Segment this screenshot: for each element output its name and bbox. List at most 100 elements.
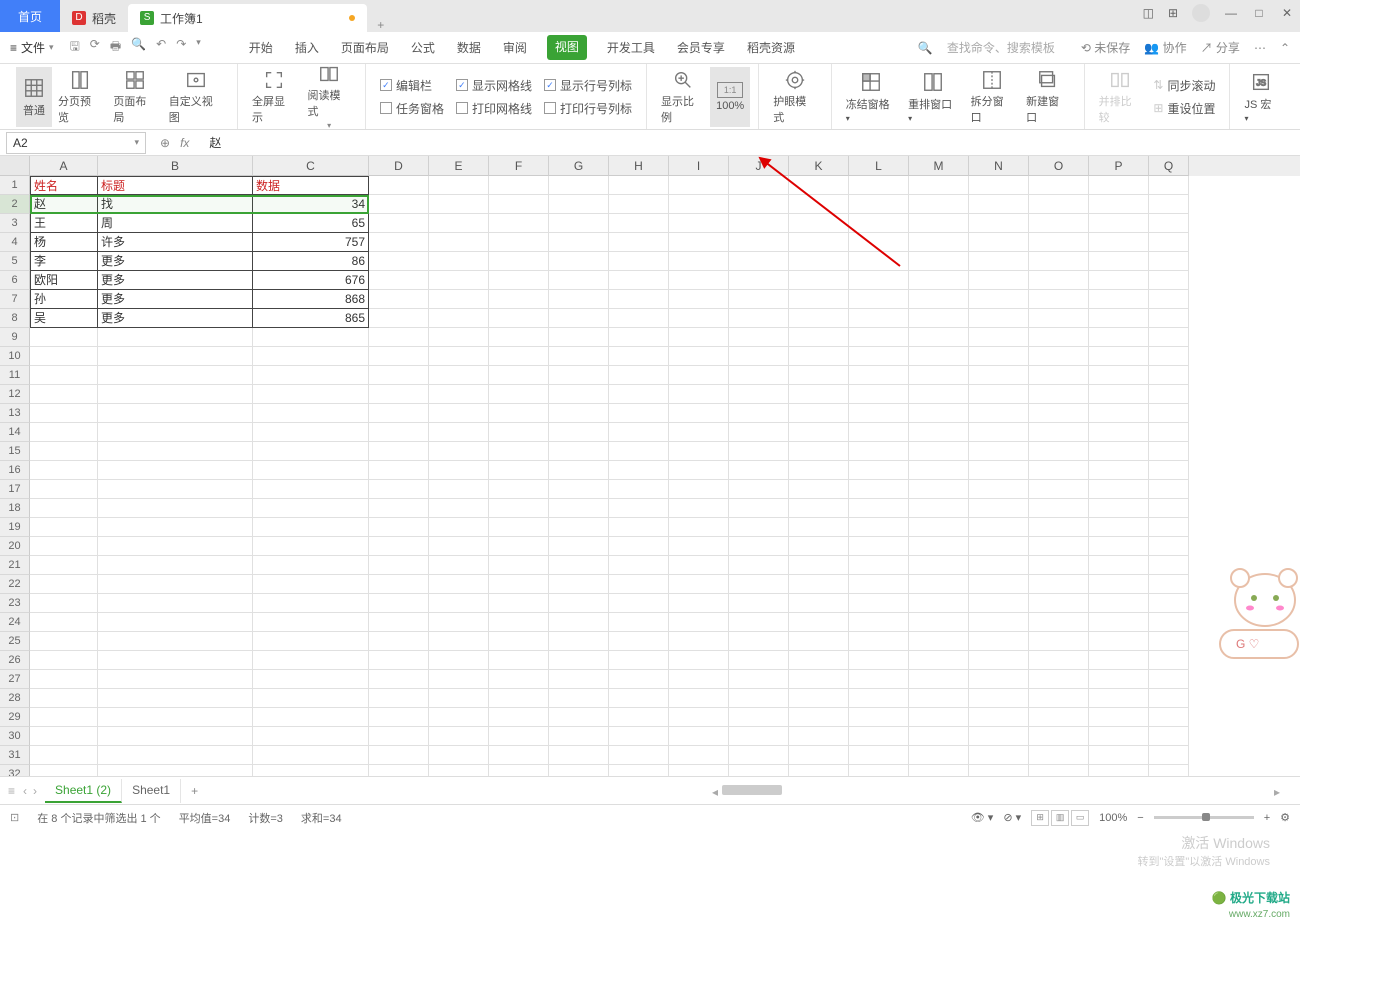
cell[interactable]: [98, 537, 253, 556]
cell[interactable]: [253, 727, 369, 746]
settings-icon[interactable]: ⚙: [1280, 811, 1290, 824]
cell[interactable]: [98, 480, 253, 499]
cell[interactable]: [909, 613, 969, 632]
cell[interactable]: [429, 689, 489, 708]
cell[interactable]: [549, 328, 609, 347]
col-header[interactable]: M: [909, 156, 969, 176]
cell[interactable]: [1089, 195, 1149, 214]
freeze-panes[interactable]: 冻结窗格 ▾: [840, 67, 902, 127]
cell[interactable]: [1089, 727, 1149, 746]
cell[interactable]: [849, 252, 909, 271]
cell[interactable]: [849, 632, 909, 651]
cell[interactable]: [1089, 366, 1149, 385]
cell[interactable]: [849, 176, 909, 195]
zoom-in-icon[interactable]: +: [1264, 812, 1270, 824]
cell[interactable]: [1149, 651, 1189, 670]
col-header[interactable]: G: [549, 156, 609, 176]
cell[interactable]: 757: [253, 233, 369, 252]
cell[interactable]: [729, 328, 789, 347]
cell[interactable]: [429, 347, 489, 366]
cell[interactable]: [30, 575, 98, 594]
cell[interactable]: [253, 575, 369, 594]
cell[interactable]: [969, 385, 1029, 404]
cell[interactable]: [969, 214, 1029, 233]
cell[interactable]: [549, 423, 609, 442]
cell[interactable]: [489, 233, 549, 252]
cell[interactable]: [909, 670, 969, 689]
cell[interactable]: [669, 480, 729, 499]
cell[interactable]: [969, 347, 1029, 366]
cell[interactable]: [969, 537, 1029, 556]
cell[interactable]: [609, 651, 669, 670]
cell[interactable]: [1089, 404, 1149, 423]
cell[interactable]: [1149, 594, 1189, 613]
cell[interactable]: [369, 613, 429, 632]
cell[interactable]: [1089, 556, 1149, 575]
cell[interactable]: [1149, 252, 1189, 271]
cell[interactable]: [1149, 347, 1189, 366]
cell[interactable]: [789, 442, 849, 461]
cell[interactable]: 许多: [98, 233, 253, 252]
cell[interactable]: [30, 537, 98, 556]
row-header[interactable]: 23: [0, 594, 30, 613]
cell[interactable]: [909, 632, 969, 651]
cell[interactable]: [909, 347, 969, 366]
js-macro[interactable]: JSJS 宏 ▾: [1238, 67, 1284, 127]
cell[interactable]: [849, 347, 909, 366]
cell[interactable]: [969, 670, 1029, 689]
cell[interactable]: [1089, 176, 1149, 195]
cell[interactable]: [849, 689, 909, 708]
cell[interactable]: [1149, 537, 1189, 556]
cell[interactable]: [729, 271, 789, 290]
cell[interactable]: [98, 632, 253, 651]
row-header[interactable]: 27: [0, 670, 30, 689]
cell[interactable]: [489, 518, 549, 537]
cell[interactable]: [549, 271, 609, 290]
apps-icon[interactable]: ⊞: [1168, 6, 1178, 20]
cell[interactable]: [609, 480, 669, 499]
cell[interactable]: [849, 195, 909, 214]
cell[interactable]: [669, 746, 729, 765]
cell[interactable]: [1089, 214, 1149, 233]
cell[interactable]: [1149, 727, 1189, 746]
cell[interactable]: [98, 461, 253, 480]
cell[interactable]: [669, 347, 729, 366]
cell[interactable]: [1029, 461, 1089, 480]
cell[interactable]: [549, 404, 609, 423]
row-header[interactable]: 7: [0, 290, 30, 309]
col-header[interactable]: Q: [1149, 156, 1189, 176]
cell[interactable]: [1089, 765, 1149, 776]
cell[interactable]: [30, 651, 98, 670]
cell[interactable]: 欧阳: [30, 271, 98, 290]
cell[interactable]: [369, 347, 429, 366]
cell[interactable]: [609, 195, 669, 214]
cell[interactable]: [30, 613, 98, 632]
cell[interactable]: [969, 442, 1029, 461]
cell[interactable]: [669, 271, 729, 290]
cell[interactable]: [1089, 309, 1149, 328]
cell[interactable]: [98, 499, 253, 518]
cell[interactable]: [909, 708, 969, 727]
cell[interactable]: [549, 385, 609, 404]
cell[interactable]: [429, 176, 489, 195]
cell[interactable]: [729, 556, 789, 575]
col-header[interactable]: F: [489, 156, 549, 176]
cell[interactable]: [1149, 708, 1189, 727]
cell[interactable]: [729, 442, 789, 461]
cell[interactable]: [729, 347, 789, 366]
row-header[interactable]: 31: [0, 746, 30, 765]
cell[interactable]: [729, 651, 789, 670]
cell[interactable]: [1029, 404, 1089, 423]
cell[interactable]: [609, 765, 669, 776]
cell[interactable]: [429, 442, 489, 461]
cell[interactable]: [549, 442, 609, 461]
view-custom[interactable]: 自定义视图: [163, 67, 229, 127]
cell[interactable]: [369, 689, 429, 708]
cell[interactable]: [909, 727, 969, 746]
cell[interactable]: [489, 746, 549, 765]
chk-print-grid[interactable]: 打印网格线: [456, 100, 532, 117]
cell[interactable]: [909, 575, 969, 594]
cell[interactable]: [549, 613, 609, 632]
cell[interactable]: [1089, 461, 1149, 480]
cell[interactable]: [489, 195, 549, 214]
